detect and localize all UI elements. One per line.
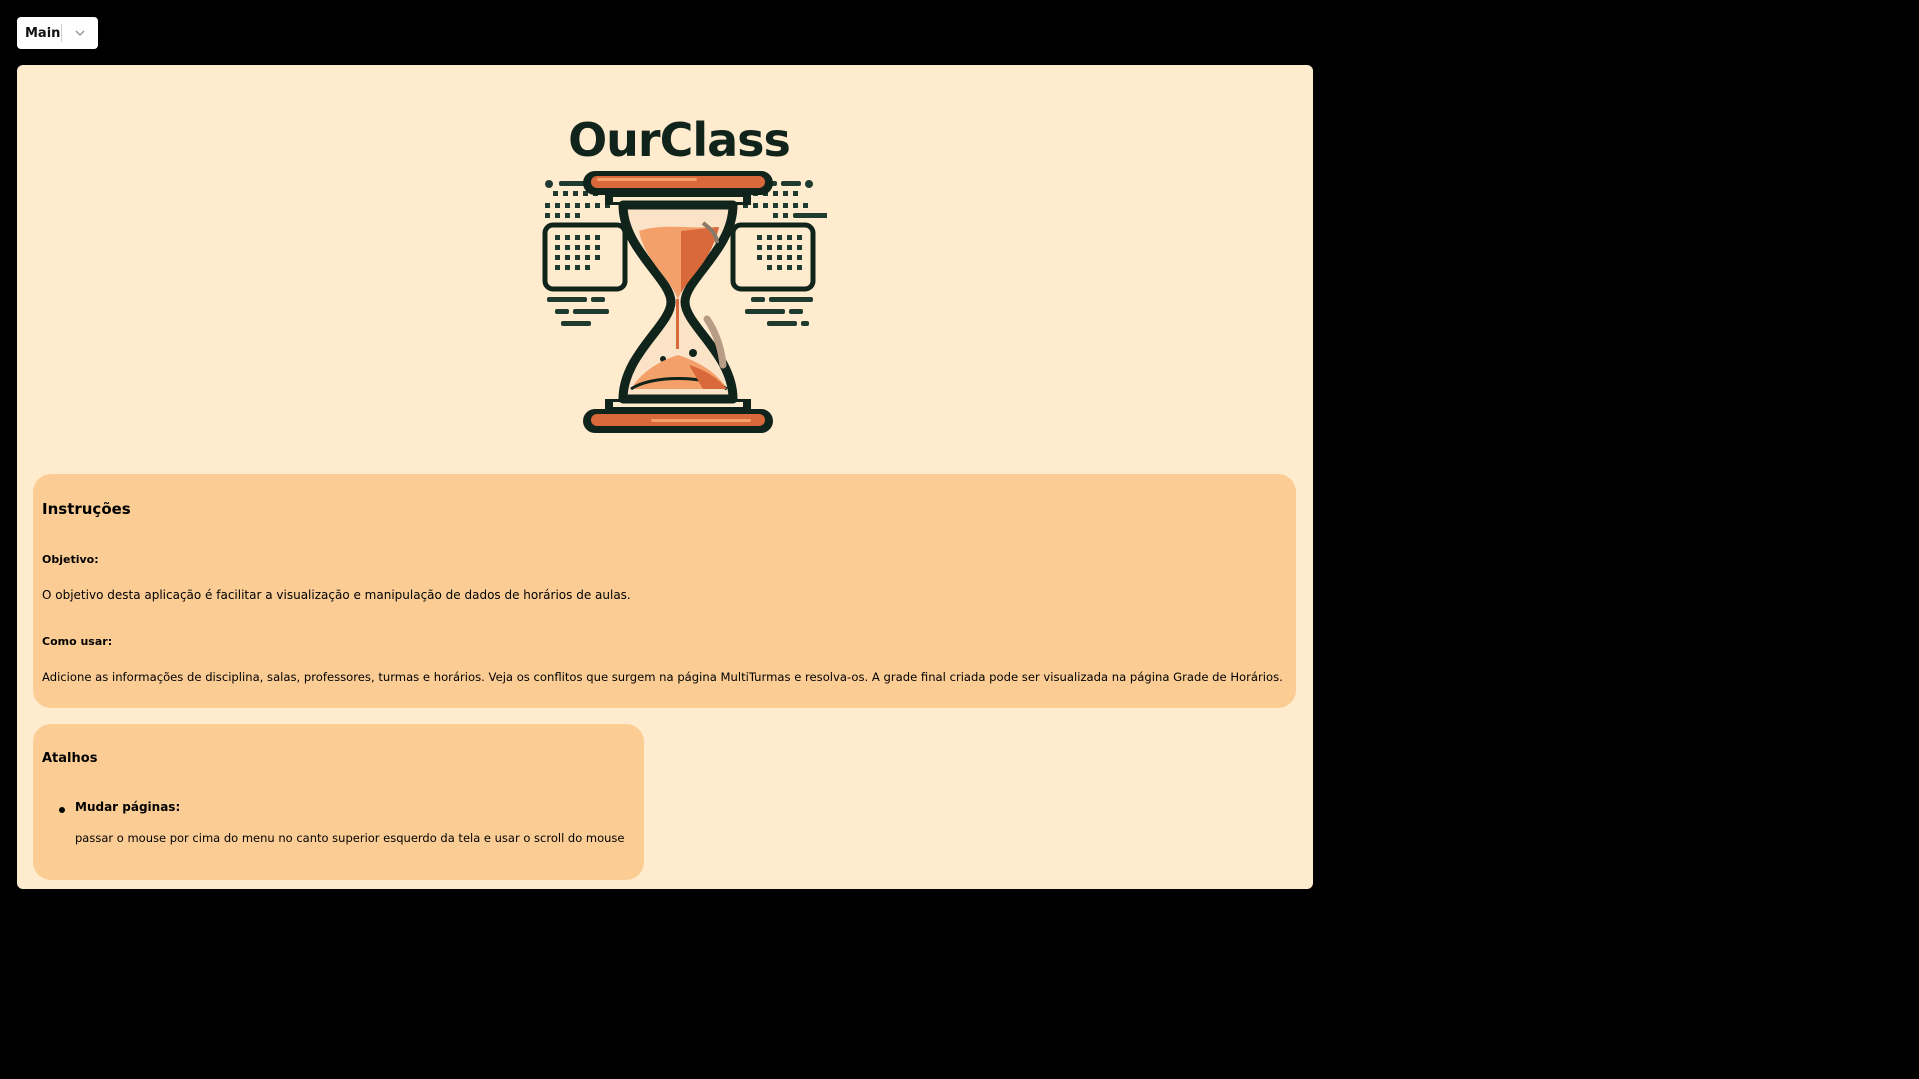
howto-heading: Como usar: (42, 635, 113, 648)
page-selector[interactable]: Main (17, 17, 98, 49)
instructions-title: Instruções (42, 500, 131, 518)
shortcut-item-title: Mudar páginas: (75, 800, 181, 814)
objective-heading: Objetivo: (42, 553, 99, 566)
shortcuts-title: Atalhos (42, 751, 98, 766)
main-panel: OurClass Instruções Objetivo: O objetivo… (17, 65, 1313, 889)
objective-text: O objetivo desta aplicação é facilitar a… (42, 588, 631, 602)
shortcut-item-text: passar o mouse por cima do menu no canto… (75, 831, 625, 845)
chevron-down-icon[interactable] (62, 29, 98, 37)
instructions-card: Instruções Objetivo: O objetivo desta ap… (33, 474, 1296, 708)
howto-text: Adicione as informações de disciplina, s… (42, 670, 1283, 684)
app-logo: OurClass (531, 109, 827, 437)
hourglass-icon (542, 171, 827, 433)
list-bullet (59, 807, 65, 813)
logo-title: OurClass (568, 113, 791, 167)
page-selector-label: Main (25, 25, 61, 41)
shortcuts-card: Atalhos Mudar páginas: passar o mouse po… (33, 724, 644, 880)
